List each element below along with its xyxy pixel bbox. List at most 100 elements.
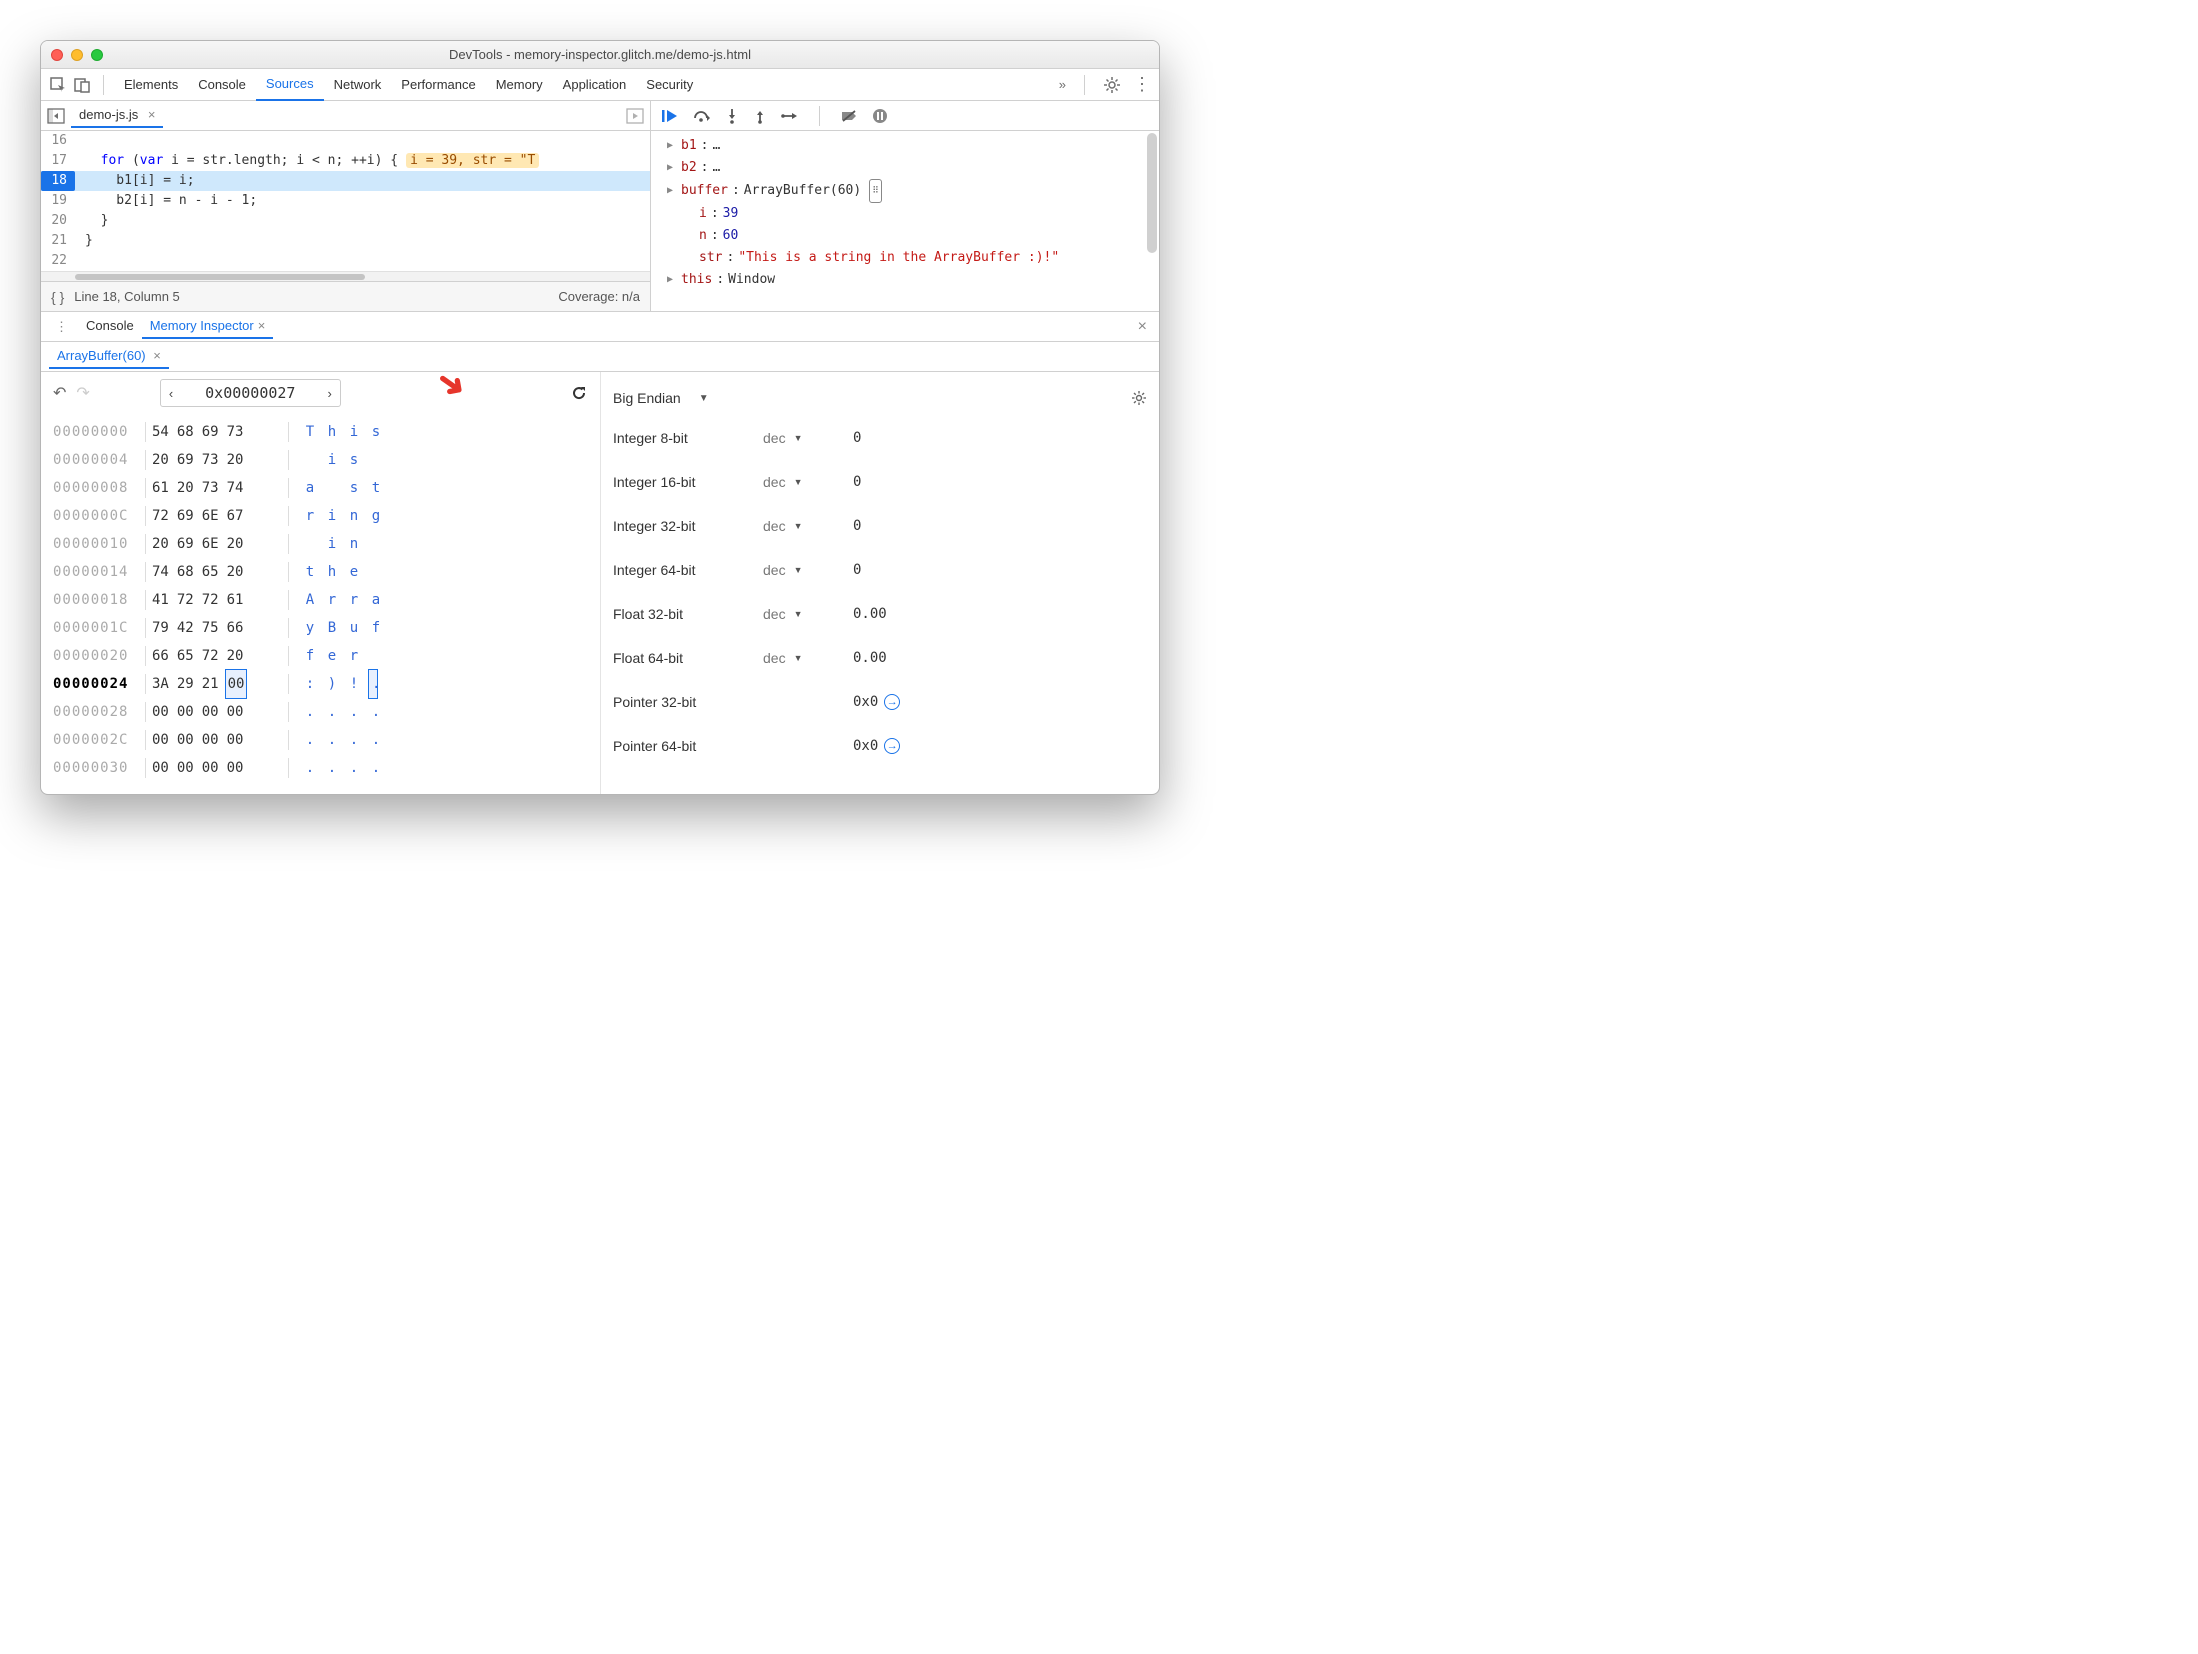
drawer-menu-icon[interactable]: ⋮	[49, 319, 74, 335]
hex-byte[interactable]: 42	[177, 614, 194, 642]
ascii-char[interactable]	[327, 474, 337, 502]
hex-byte[interactable]: 54	[152, 418, 169, 446]
ascii-char[interactable]: .	[371, 698, 381, 726]
ascii-char[interactable]: t	[371, 474, 381, 502]
line-number[interactable]: 17	[41, 151, 75, 171]
interpreter-settings-icon[interactable]	[1131, 390, 1147, 406]
ascii-char[interactable]: r	[349, 586, 359, 614]
hex-byte[interactable]: 20	[152, 530, 169, 558]
hex-byte[interactable]: 75	[202, 614, 219, 642]
scope-item[interactable]: ▶this: Window	[659, 269, 1159, 291]
code-line[interactable]: 16	[41, 131, 650, 151]
ascii-char[interactable]: t	[305, 558, 315, 586]
next-page-icon[interactable]: ›	[319, 386, 339, 401]
value-format-select[interactable]: dec▼	[763, 430, 853, 446]
step-over-icon[interactable]	[693, 109, 711, 123]
hex-byte[interactable]: 6E	[202, 530, 219, 558]
ascii-char[interactable]: f	[371, 614, 381, 642]
tab-performance[interactable]: Performance	[391, 69, 485, 101]
ascii-char[interactable]: .	[327, 754, 337, 782]
scope-item[interactable]: i: 39	[659, 203, 1159, 225]
hex-row[interactable]: 0000001020696E20 in	[53, 530, 588, 558]
ascii-char[interactable]: .	[305, 726, 315, 754]
ascii-char[interactable]: e	[349, 558, 359, 586]
ascii-char[interactable]: i	[349, 418, 359, 446]
hex-byte[interactable]: 72	[177, 586, 194, 614]
ascii-char[interactable]: :	[305, 670, 315, 698]
ascii-char[interactable]: .	[371, 754, 381, 782]
value-format-select[interactable]: dec▼	[763, 474, 853, 490]
hex-byte[interactable]: 6E	[202, 502, 219, 530]
hex-byte[interactable]: 74	[152, 558, 169, 586]
undo-icon[interactable]: ↶	[53, 383, 66, 403]
expand-icon[interactable]: ▶	[667, 157, 677, 179]
address-field[interactable]: 0x00000027	[181, 384, 319, 402]
pretty-print-icon[interactable]: { }	[51, 289, 64, 305]
hex-byte[interactable]: 00	[152, 754, 169, 782]
hex-row[interactable]: 0000003000000000....	[53, 754, 588, 782]
jump-to-address-icon[interactable]: →	[884, 738, 900, 754]
hex-byte[interactable]: 41	[152, 586, 169, 614]
value-format-select[interactable]: dec▼	[763, 650, 853, 666]
line-number[interactable]: 19	[41, 191, 75, 211]
close-tab-icon[interactable]: ×	[258, 318, 266, 333]
hex-byte[interactable]: 20	[227, 642, 244, 670]
hex-byte[interactable]: 69	[177, 502, 194, 530]
tabs-overflow-button[interactable]: »	[1059, 77, 1066, 92]
hex-byte[interactable]: 65	[177, 642, 194, 670]
hex-byte[interactable]: 00	[152, 726, 169, 754]
hex-byte[interactable]: 69	[177, 446, 194, 474]
hex-byte[interactable]: 74	[227, 474, 244, 502]
hex-byte[interactable]: 72	[202, 586, 219, 614]
ascii-char[interactable]: a	[305, 474, 315, 502]
ascii-char[interactable]: .	[349, 726, 359, 754]
hex-byte[interactable]: 00	[177, 698, 194, 726]
ascii-char[interactable]: i	[327, 530, 337, 558]
ascii-char[interactable]: s	[349, 446, 359, 474]
tab-memory[interactable]: Memory	[486, 69, 553, 101]
ascii-char[interactable]: !	[349, 670, 359, 698]
ascii-char[interactable]: r	[349, 642, 359, 670]
hex-row[interactable]: 0000002C00000000....	[53, 726, 588, 754]
ascii-char[interactable]: .	[368, 669, 378, 699]
hex-byte[interactable]: 69	[177, 530, 194, 558]
hex-byte[interactable]: 68	[177, 418, 194, 446]
drawer-tab-console[interactable]: Console	[78, 314, 142, 339]
hex-byte[interactable]: 20	[152, 446, 169, 474]
reveal-in-memory-icon[interactable]: ⠿	[869, 179, 882, 203]
expand-icon[interactable]: ▶	[667, 180, 677, 202]
close-drawer-icon[interactable]: ×	[1134, 318, 1151, 336]
hex-byte[interactable]: 65	[202, 558, 219, 586]
hex-byte[interactable]: 61	[227, 586, 244, 614]
ascii-char[interactable]: .	[305, 698, 315, 726]
ascii-char[interactable]: .	[327, 726, 337, 754]
ascii-char[interactable]: T	[305, 418, 315, 446]
hex-byte[interactable]: 79	[152, 614, 169, 642]
hex-byte[interactable]: 61	[152, 474, 169, 502]
ascii-char[interactable]: B	[327, 614, 337, 642]
hex-row[interactable]: 0000000054686973This	[53, 418, 588, 446]
line-number[interactable]: 16	[41, 131, 75, 151]
ascii-char[interactable]: a	[371, 586, 381, 614]
pause-exceptions-icon[interactable]	[872, 108, 888, 124]
hex-byte[interactable]: 29	[177, 670, 194, 698]
ascii-char[interactable]: i	[327, 446, 337, 474]
ascii-char[interactable]	[371, 642, 381, 670]
hex-byte[interactable]: 00	[177, 754, 194, 782]
hex-row[interactable]: 0000002066657220fer	[53, 642, 588, 670]
tab-network[interactable]: Network	[324, 69, 392, 101]
redo-icon[interactable]: ↷	[76, 383, 89, 403]
ascii-char[interactable]: .	[371, 726, 381, 754]
ascii-char[interactable]	[371, 446, 381, 474]
tab-sources[interactable]: Sources	[256, 69, 324, 101]
hex-byte[interactable]: 00	[227, 754, 244, 782]
ascii-char[interactable]: r	[327, 586, 337, 614]
hex-byte[interactable]: 72	[152, 502, 169, 530]
hex-byte[interactable]: 66	[227, 614, 244, 642]
hex-byte[interactable]: 73	[227, 418, 244, 446]
close-buffer-tab-icon[interactable]: ×	[153, 348, 161, 363]
close-tab-icon[interactable]: ×	[148, 107, 156, 122]
hex-row[interactable]: 000000243A292100:)!.	[53, 670, 588, 698]
scope-item[interactable]: str: "This is a string in the ArrayBuffe…	[659, 247, 1159, 269]
hex-byte[interactable]: 00	[227, 726, 244, 754]
